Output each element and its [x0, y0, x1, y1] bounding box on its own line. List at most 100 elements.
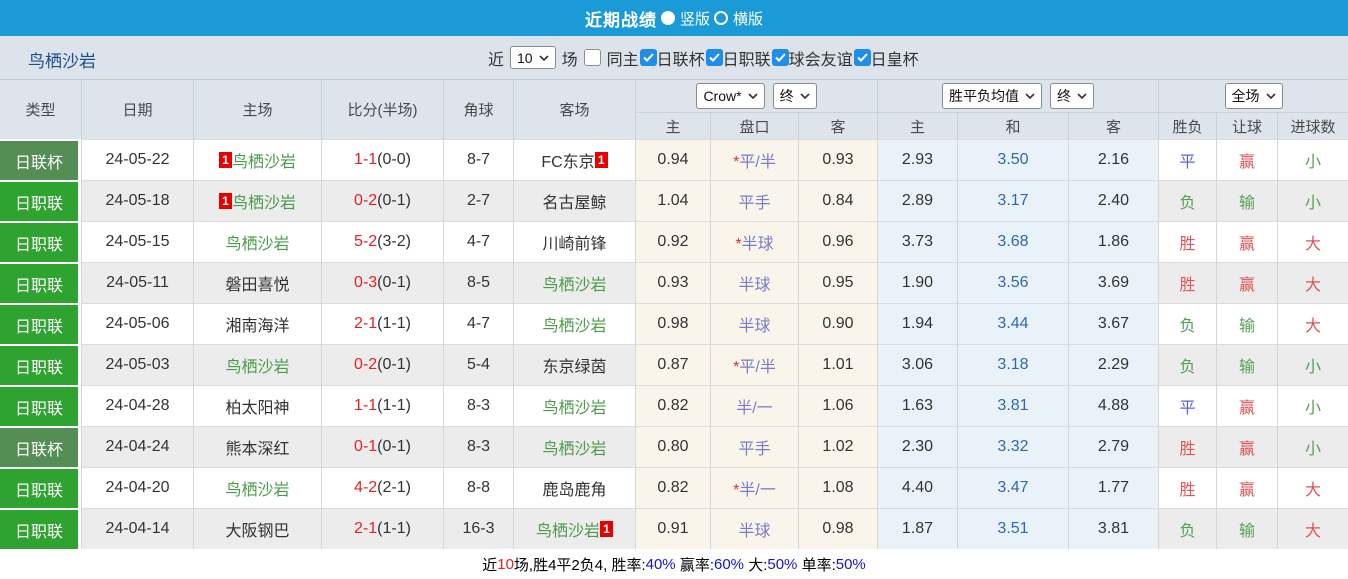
handicap-line: *平/半: [710, 139, 798, 180]
sub-header-ah-home: 主: [635, 112, 710, 139]
avg-draw-odds: 3.17: [957, 180, 1068, 221]
competition-checkbox-jleague-cup[interactable]: [639, 49, 657, 66]
vertical-radio-label[interactable]: 竖版: [680, 8, 710, 29]
avg-draw-odds: 3.51: [957, 508, 1068, 549]
footer-stat-segment: 赢率:: [675, 556, 714, 574]
match-rows: 日联杯 24-05-22 1 鸟栖沙岩 1-1(0-0) 8-7 FC东京 1 0.94 *平/半…: [0, 139, 1348, 549]
corner-cell: 5-4: [443, 344, 513, 385]
title-bar: 近期战绩 竖版 横版: [0, 0, 1348, 36]
competition-label-jleague-cup: 日联杯: [656, 51, 705, 69]
ah-home-odds: 0.91: [635, 508, 710, 549]
handicap-result-cell: 赢: [1216, 385, 1277, 426]
ah-away-odds: 1.01: [798, 344, 877, 385]
handicap-result-cell: 输: [1216, 180, 1277, 221]
competition-checkbox-j1[interactable]: [705, 49, 723, 66]
avg-away-odds: 3.81: [1068, 508, 1158, 549]
chevron-down-icon: [1265, 93, 1276, 99]
ah-away-odds: 0.95: [798, 262, 877, 303]
score-cell: 2-1(1-1): [321, 508, 443, 549]
avg-home-odds: 2.30: [877, 426, 957, 467]
result-cell: 负: [1158, 508, 1216, 549]
check-icon: [774, 53, 786, 62]
league-badge: 日职联: [0, 385, 81, 426]
goals-cell: 小: [1277, 180, 1348, 221]
footer-stat-segment: 大:: [744, 556, 768, 574]
horizontal-radio-label[interactable]: 横版: [733, 8, 763, 29]
handicap-result-cell: 赢: [1216, 467, 1277, 508]
date-cell: 24-05-15: [81, 221, 193, 262]
score-cell: 0-1(0-1): [321, 426, 443, 467]
ah-away-odds: 0.96: [798, 221, 877, 262]
avg-time-select[interactable]: 终: [1050, 83, 1094, 109]
col-header-away: 客场: [513, 80, 635, 139]
sub-header-avg-draw: 和: [957, 112, 1068, 139]
handicap-result-cell: 输: [1216, 303, 1277, 344]
avg-type-select[interactable]: 胜平负均值: [942, 83, 1042, 109]
ah-home-odds: 0.98: [635, 303, 710, 344]
check-icon: [642, 53, 654, 62]
avg-away-odds: 2.79: [1068, 426, 1158, 467]
away-team-cell: 鸟栖沙岩: [513, 426, 635, 467]
avg-home-odds: 1.87: [877, 508, 957, 549]
away-team-cell: FC东京 1: [513, 139, 635, 180]
home-team-cell: 大阪钢巴: [193, 508, 321, 549]
score-cell: 5-2(3-2): [321, 221, 443, 262]
avg-home-odds: 3.73: [877, 221, 957, 262]
goals-cell: 小: [1277, 139, 1348, 180]
ah-home-odds: 0.92: [635, 221, 710, 262]
corner-cell: 4-7: [443, 221, 513, 262]
goals-cell: 小: [1277, 344, 1348, 385]
avg-away-odds: 2.40: [1068, 180, 1158, 221]
horizontal-radio[interactable]: [714, 11, 728, 25]
competition-checkbox-friendly[interactable]: [771, 49, 789, 66]
date-cell: 24-05-11: [81, 262, 193, 303]
handicap-line: 平手: [710, 426, 798, 467]
handicap-result-cell: 赢: [1216, 262, 1277, 303]
avg-draw-odds: 3.56: [957, 262, 1068, 303]
avg-draw-odds: 3.44: [957, 303, 1068, 344]
corner-cell: 8-7: [443, 139, 513, 180]
corner-cell: 16-3: [443, 508, 513, 549]
avg-draw-odds: 3.32: [957, 426, 1068, 467]
sub-header-goals: 进球数: [1277, 112, 1348, 139]
sub-header-handicap: 盘口: [710, 112, 798, 139]
score-cell: 0-2(0-1): [321, 180, 443, 221]
avg-away-odds: 3.67: [1068, 303, 1158, 344]
handicap-result-cell: 输: [1216, 508, 1277, 549]
filter-controls: 近 10 场 同主 日联杯 日职联 球会友谊 日皇杯: [488, 36, 920, 79]
home-team-cell: 湘南海洋: [193, 303, 321, 344]
corner-cell: 2-7: [443, 180, 513, 221]
goals-cell: 小: [1277, 426, 1348, 467]
table-row: 日联杯 24-05-22 1 鸟栖沙岩 1-1(0-0) 8-7 FC东京 1 0.94 *平/半…: [0, 139, 1348, 180]
bookmaker-select[interactable]: Crow*: [696, 83, 765, 109]
home-team-cell: 鸟栖沙岩: [193, 344, 321, 385]
col-header-type: 类型: [0, 80, 81, 139]
result-cell: 胜: [1158, 262, 1216, 303]
away-team-cell: 鹿岛鹿角: [513, 467, 635, 508]
ah-home-odds: 0.94: [635, 139, 710, 180]
check-icon: [708, 53, 720, 62]
ah-time-select[interactable]: 终: [772, 83, 817, 109]
date-cell: 24-04-24: [81, 426, 193, 467]
goals-cell: 小: [1277, 385, 1348, 426]
ah-away-odds: 1.02: [798, 426, 877, 467]
footer-stat-segment: 10: [497, 555, 514, 573]
recent-count-select[interactable]: 10: [510, 46, 556, 69]
table-row: 日职联 24-04-20 鸟栖沙岩 4-2(2-1) 8-8 鹿岛鹿角 0.82 *半/一 1.…: [0, 467, 1348, 508]
chevron-down-icon: [799, 93, 810, 99]
sub-header-result: 胜负: [1158, 112, 1216, 139]
result-cell: 胜: [1158, 467, 1216, 508]
competition-checkbox-emperors-cup[interactable]: [853, 49, 871, 66]
footer-stat-segment: 场,胜4平2负4, 胜率:: [513, 556, 646, 574]
result-cell: 胜: [1158, 426, 1216, 467]
league-badge: 日联杯: [0, 139, 81, 180]
chevron-down-icon: [539, 54, 549, 61]
ah-away-odds: 0.93: [798, 139, 877, 180]
same-home-checkbox[interactable]: [583, 49, 601, 66]
date-cell: 24-05-22: [81, 139, 193, 180]
scope-select[interactable]: 全场: [1224, 83, 1283, 109]
vertical-radio[interactable]: [660, 11, 675, 25]
sub-header-avg-home: 主: [877, 112, 957, 139]
recent-results-panel: 近期战绩 竖版 横版 鸟栖沙岩 近 10 场 同主 日联杯 日职联 球会友谊 日…: [0, 0, 1348, 579]
home-team-cell: 1 鸟栖沙岩: [193, 139, 321, 180]
